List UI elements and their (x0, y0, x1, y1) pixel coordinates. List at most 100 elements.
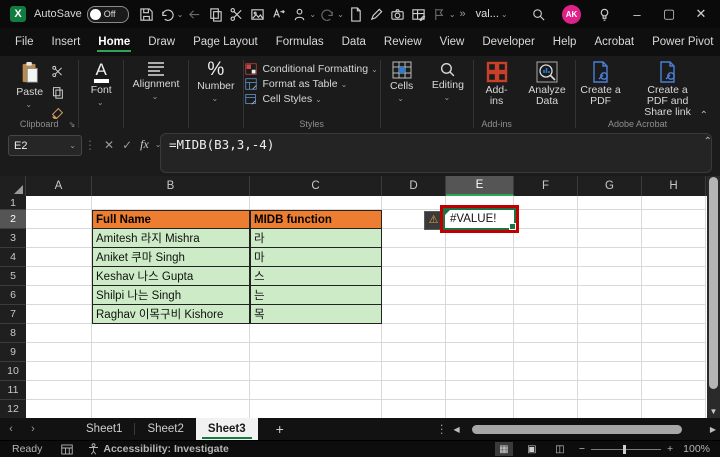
zoom-out-icon[interactable]: − (579, 443, 585, 455)
translate-icon[interactable] (269, 5, 288, 24)
row-header-7[interactable]: 7 (0, 305, 26, 324)
cell-d12[interactable] (382, 400, 446, 418)
redo-icon[interactable] (318, 5, 337, 24)
cell-e4[interactable] (446, 248, 514, 267)
cell-e12[interactable] (446, 400, 514, 418)
scroll-down-icon[interactable]: ▼ (707, 407, 720, 416)
column-header-b[interactable]: B (92, 176, 250, 196)
cell-c3[interactable]: 라 (250, 229, 382, 248)
cell-c12[interactable] (250, 400, 382, 418)
cell-h3[interactable] (642, 229, 706, 248)
sheet-tab-sheet2[interactable]: Sheet2 (135, 418, 195, 440)
cell-h8[interactable] (642, 324, 706, 343)
sheet-tab-sheet1[interactable]: Sheet1 (74, 418, 134, 440)
cell-f11[interactable] (514, 381, 578, 400)
cell-f6[interactable] (514, 286, 578, 305)
document-title[interactable]: val... ⌄ (476, 8, 508, 20)
new-sheet-button[interactable]: + (276, 421, 284, 437)
active-cell-e2[interactable]: #VALUE! (443, 208, 516, 230)
cut-icon[interactable] (227, 5, 246, 24)
start-icon[interactable] (430, 5, 449, 24)
column-header-a[interactable]: A (26, 176, 92, 196)
cell-g6[interactable] (578, 286, 642, 305)
cell-a6[interactable] (26, 286, 92, 305)
cell-c5[interactable]: 스 (250, 267, 382, 286)
tab-draw[interactable]: Draw (139, 31, 184, 53)
excel-logo-icon[interactable]: X (10, 6, 26, 22)
horizontal-scrollbar-thumb[interactable] (471, 424, 682, 434)
column-header-d[interactable]: D (382, 176, 446, 196)
tab-developer[interactable]: Developer (473, 31, 543, 53)
cancel-formula-button[interactable]: ✕ (104, 138, 114, 152)
cell-c7[interactable]: 목 (250, 305, 382, 324)
sheet-tab-sheet3[interactable]: Sheet3 (195, 418, 258, 440)
chevron-down-icon[interactable]: ⌄ (337, 10, 344, 19)
row-header-12[interactable]: 12 (0, 400, 26, 418)
cell-f7[interactable] (514, 305, 578, 324)
cell-b2[interactable]: Full Name (92, 210, 250, 229)
tab-home[interactable]: Home (89, 31, 139, 53)
formula-input[interactable]: =MIDB(B3,3,-4) (160, 133, 712, 173)
lightbulb-icon[interactable] (595, 5, 614, 24)
cell-f9[interactable] (514, 343, 578, 362)
editing-button[interactable]: Editing ⌄ (427, 59, 469, 104)
create-pdf-button[interactable]: Create a PDF (574, 59, 628, 120)
cell-h9[interactable] (642, 343, 706, 362)
camera-icon[interactable] (388, 5, 407, 24)
row-header-5[interactable]: 5 (0, 267, 26, 286)
cell-c10[interactable] (250, 362, 382, 381)
fill-handle[interactable] (509, 223, 516, 230)
picture-icon[interactable] (248, 5, 267, 24)
row-header-11[interactable]: 11 (0, 381, 26, 400)
cell-c1[interactable] (250, 196, 382, 210)
cell-f12[interactable] (514, 400, 578, 418)
normal-view-button[interactable]: ▦ (494, 442, 513, 456)
row-header-8[interactable]: 8 (0, 324, 26, 343)
row-header-2[interactable]: 2 (0, 210, 26, 229)
horizontal-scrollbar[interactable] (466, 424, 704, 434)
cell-e8[interactable] (446, 324, 514, 343)
chevron-down-icon[interactable]: ⌄ (449, 10, 456, 19)
format-as-table-button[interactable]: Format as Table ⌄ (245, 78, 377, 90)
cell-b9[interactable] (92, 343, 250, 362)
cell-h12[interactable] (642, 400, 706, 418)
cell-g3[interactable] (578, 229, 642, 248)
tab-view[interactable]: View (431, 31, 474, 53)
sheet-menu-dots-icon[interactable]: ⋮ (436, 422, 448, 436)
cell-f5[interactable] (514, 267, 578, 286)
column-header-g[interactable]: G (578, 176, 642, 196)
row-header-1[interactable]: 1 (0, 196, 26, 210)
cell-h5[interactable] (642, 267, 706, 286)
dialog-launcher-icon[interactable]: ⇘ (69, 120, 76, 129)
macro-record-icon[interactable] (61, 444, 74, 455)
cell-h6[interactable] (642, 286, 706, 305)
column-header-e[interactable]: E (446, 176, 514, 196)
cell-f4[interactable] (514, 248, 578, 267)
copy-icon[interactable] (206, 5, 225, 24)
cell-d9[interactable] (382, 343, 446, 362)
copy-icon[interactable] (48, 83, 67, 102)
tab-file[interactable]: File (6, 31, 43, 53)
cell-a10[interactable] (26, 362, 92, 381)
cell-d8[interactable] (382, 324, 446, 343)
cell-d4[interactable] (382, 248, 446, 267)
cell-g5[interactable] (578, 267, 642, 286)
hscroll-left-icon[interactable]: ◀ (454, 425, 460, 434)
cell-f10[interactable] (514, 362, 578, 381)
row-header-6[interactable]: 6 (0, 286, 26, 305)
cell-g9[interactable] (578, 343, 642, 362)
page-layout-view-button[interactable]: ▣ (523, 442, 541, 456)
sheet-nav-left-icon[interactable]: ‹ (0, 423, 22, 435)
tab-insert[interactable]: Insert (43, 31, 90, 53)
cell-c4[interactable]: 마 (250, 248, 382, 267)
cell-a2[interactable] (26, 210, 92, 229)
cell-e6[interactable] (446, 286, 514, 305)
zoom-in-icon[interactable]: + (667, 443, 673, 455)
maximize-button[interactable]: ▢ (660, 6, 678, 22)
create-pdf-share-button[interactable]: Create a PDF and Share link (634, 59, 702, 120)
enter-formula-button[interactable]: ✓ (122, 138, 132, 152)
cell-g12[interactable] (578, 400, 642, 418)
hscroll-right-icon[interactable]: ▶ (710, 425, 716, 434)
cell-h11[interactable] (642, 381, 706, 400)
cell-d1[interactable] (382, 196, 446, 210)
